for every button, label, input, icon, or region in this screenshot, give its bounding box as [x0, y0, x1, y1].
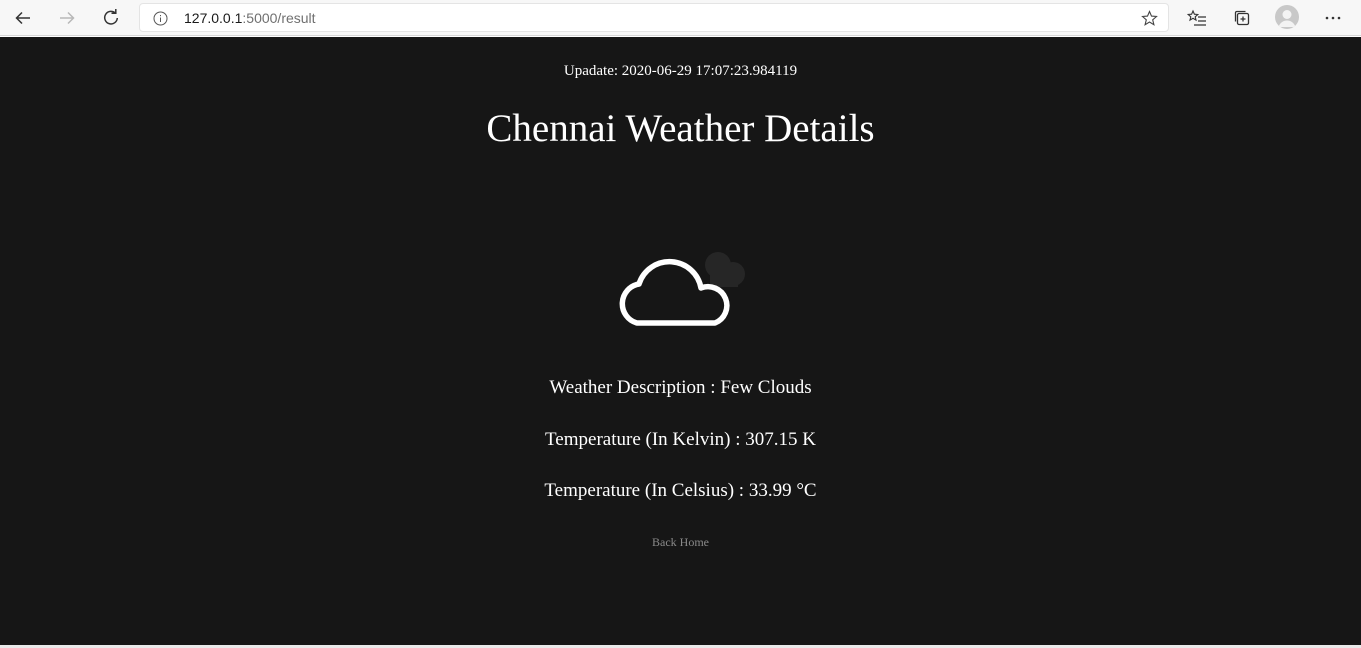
collections-button[interactable]	[1227, 3, 1257, 33]
favorites-button[interactable]	[1182, 3, 1212, 33]
back-home-link[interactable]: Back Home	[0, 535, 1361, 549]
temperature-kelvin: Temperature (In Kelvin) : 307.15 K	[545, 429, 816, 450]
refresh-button[interactable]	[96, 3, 126, 33]
cloud-icon	[619, 252, 745, 326]
profile-avatar[interactable]	[1275, 5, 1299, 29]
info-icon[interactable]	[153, 11, 168, 26]
star-icon[interactable]	[1141, 10, 1158, 27]
refresh-icon	[104, 9, 119, 25]
favorites-list-icon	[1187, 9, 1206, 26]
weather-page: Upadate: 2020-06-29 17:07:23.984119 Chen…	[0, 37, 1361, 645]
temperature-celsius: Temperature (In Celsius) : 33.99 °C	[544, 480, 817, 501]
arrow-right-icon	[60, 11, 75, 25]
forward-button[interactable]	[52, 3, 82, 33]
weather-description: Weather Description : Few Clouds	[549, 377, 812, 398]
collections-icon	[1234, 10, 1250, 26]
browser-toolbar: 127.0.0.1:5000/result	[0, 0, 1361, 36]
more-dots-icon	[1325, 16, 1341, 20]
page-title: Chennai Weather Details	[486, 107, 875, 150]
url-host: 127.0.0.1	[184, 10, 243, 26]
url-text[interactable]: 127.0.0.1:5000/result	[184, 10, 316, 26]
update-timestamp: Upadate: 2020-06-29 17:07:23.984119	[0, 62, 1361, 80]
arrow-left-icon	[15, 11, 30, 25]
update-value: 2020-06-29 17:07:23.984119	[621, 63, 798, 79]
back-button[interactable]	[8, 3, 38, 33]
address-bar[interactable]: 127.0.0.1:5000/result	[139, 3, 1169, 32]
more-menu-button[interactable]	[1318, 3, 1348, 33]
user-icon	[1278, 10, 1296, 27]
update-label: Upadate:	[563, 63, 619, 79]
url-path: :5000/result	[242, 10, 316, 26]
